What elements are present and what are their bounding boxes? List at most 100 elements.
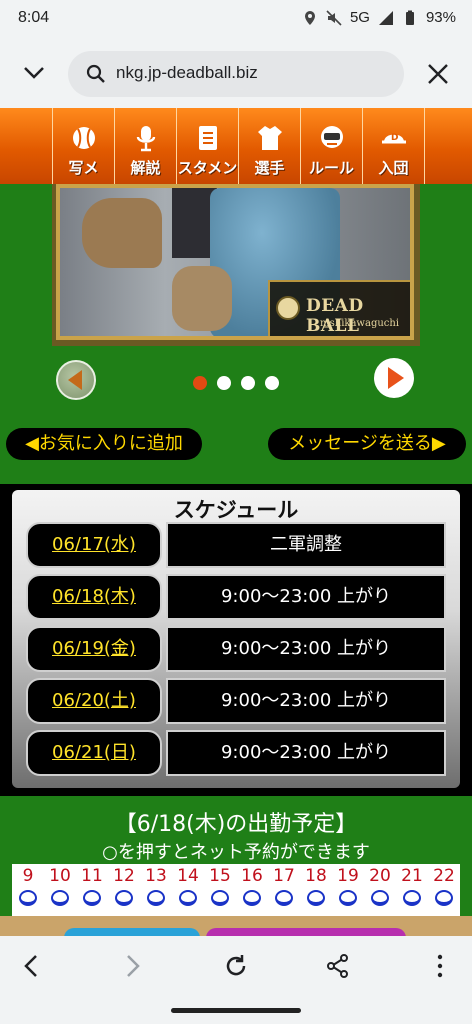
carousel-dot-active[interactable] — [193, 376, 207, 390]
hour-label: 14 — [177, 866, 199, 886]
hour-cell: 9 — [12, 864, 44, 916]
gesture-handle — [171, 1008, 301, 1013]
schedule-date-link[interactable]: 06/19(金) — [26, 626, 162, 672]
nav-item-players[interactable]: 選手 — [239, 108, 301, 184]
schedule-hours: 9:00〜23:00 上がり — [166, 574, 446, 620]
baseball-icon — [72, 127, 95, 149]
reserve-circle[interactable] — [19, 890, 37, 906]
reserve-circle[interactable] — [403, 890, 421, 906]
reserve-circle[interactable] — [83, 890, 101, 906]
svg-text:D: D — [391, 133, 398, 143]
document-icon — [198, 126, 217, 150]
cap-icon: D — [381, 133, 406, 144]
nav-item-join[interactable]: D 入団 — [363, 108, 425, 184]
schedule-title: スケジュール — [173, 498, 299, 522]
baseball-icon — [276, 296, 300, 320]
nav-item-commentary[interactable]: 解説 — [115, 108, 177, 184]
arrow-left-icon — [68, 370, 82, 390]
reload-icon[interactable] — [222, 952, 250, 980]
forward-icon[interactable] — [118, 952, 146, 980]
arrow-right-icon — [388, 367, 404, 389]
hour-cell: 14 — [172, 864, 204, 916]
share-icon[interactable] — [324, 952, 352, 980]
schedule-row: 06/21(日) 9:00〜23:00 上がり — [26, 730, 446, 776]
schedule-date-link[interactable]: 06/18(木) — [26, 574, 162, 620]
schedule-date-link[interactable]: 06/17(水) — [26, 522, 162, 568]
hour-cell: 13 — [140, 864, 172, 916]
microphone-icon — [136, 126, 155, 152]
hour-label: 15 — [209, 866, 231, 886]
schedule-row: 06/20(土) 9:00〜23:00 上がり — [26, 678, 446, 724]
url-text: nkg.jp-deadball.biz — [116, 63, 258, 82]
hour-label: 19 — [337, 866, 359, 886]
schedule-date-link[interactable]: 06/21(日) — [26, 730, 162, 776]
hour-label: 22 — [433, 866, 455, 886]
hour-cell: 10 — [44, 864, 76, 916]
carousel-dot[interactable] — [217, 376, 231, 390]
hour-label: 18 — [305, 866, 327, 886]
nav-label: ルール — [308, 159, 354, 177]
nav-label: スタメン — [177, 159, 238, 177]
browser-bottom-bar — [0, 936, 472, 1024]
nav-label: 写メ — [68, 159, 99, 177]
hour-cell: 22 — [428, 864, 460, 916]
send-message-button[interactable]: メッセージを送る▶ — [268, 428, 466, 460]
site-nav: 写メ 解説 スタメン 選手 ルール D 入団 — [0, 108, 472, 184]
hour-cell: 20 — [364, 864, 396, 916]
dead-ball-logo: DEAD BALL nishikawaguchi — [268, 280, 410, 336]
chevron-down-icon[interactable] — [20, 58, 48, 86]
mute-icon — [326, 9, 342, 26]
next-slide-button[interactable] — [374, 358, 414, 398]
cork-banner — [0, 916, 472, 948]
nav-item-photos[interactable]: 写メ — [53, 108, 115, 184]
hour-label: 16 — [241, 866, 263, 886]
prev-slide-button[interactable] — [56, 360, 96, 400]
search-icon — [86, 64, 105, 83]
reserve-circle[interactable] — [339, 890, 357, 906]
carousel-dot[interactable] — [241, 376, 255, 390]
hour-cell: 15 — [204, 864, 236, 916]
nav-item-lineup[interactable]: スタメン — [177, 108, 239, 184]
hero-image: DEAD BALL nishikawaguchi — [56, 184, 414, 340]
schedule-row: 06/19(金) 9:00〜23:00 上がり — [26, 626, 446, 672]
nav-item-rules[interactable]: ルール — [301, 108, 363, 184]
reserve-circle[interactable] — [115, 890, 133, 906]
reserve-circle[interactable] — [275, 890, 293, 906]
reserve-circle[interactable] — [435, 890, 453, 906]
add-favorite-button[interactable]: ◀お気に入りに追加 — [6, 428, 202, 460]
nav-label: 解説 — [130, 159, 161, 177]
browser-toolbar: nkg.jp-deadball.biz — [0, 40, 472, 108]
hour-label: 11 — [81, 866, 103, 886]
schedule-hours: 9:00〜23:00 上がり — [166, 730, 446, 776]
hour-cell: 16 — [236, 864, 268, 916]
reserve-circle[interactable] — [211, 890, 229, 906]
hour-label: 12 — [113, 866, 135, 886]
hero-slider[interactable]: DEAD BALL nishikawaguchi — [52, 184, 420, 346]
jersey-icon — [257, 126, 282, 150]
reserve-circle[interactable] — [243, 890, 261, 906]
reserve-circle[interactable] — [307, 890, 325, 906]
hour-label: 17 — [273, 866, 295, 886]
hour-cell: 12 — [108, 864, 140, 916]
more-menu-icon[interactable] — [426, 952, 454, 980]
url-field[interactable]: nkg.jp-deadball.biz — [68, 51, 404, 97]
hour-label: 9 — [22, 866, 34, 886]
reserve-circle[interactable] — [51, 890, 69, 906]
schedule-date-link[interactable]: 06/20(土) — [26, 678, 162, 724]
close-icon[interactable] — [426, 62, 450, 86]
hour-cell: 11 — [76, 864, 108, 916]
reserve-circle[interactable] — [147, 890, 165, 906]
hour-grid: 9 10 11 12 13 14 15 16 17 18 19 20 21 22 — [12, 864, 460, 916]
nav-spacer — [0, 108, 53, 184]
back-icon[interactable] — [18, 952, 46, 980]
attendance-title: 【6/18(木)の出勤予定】 — [114, 812, 358, 837]
attendance-subtitle: ○を押すとネット予約ができます — [102, 842, 370, 863]
reserve-circle[interactable] — [371, 890, 389, 906]
carousel-dot[interactable] — [265, 376, 279, 390]
nav-label: 入団 — [378, 159, 409, 177]
reserve-circle[interactable] — [179, 890, 197, 906]
hour-label: 21 — [401, 866, 423, 886]
hour-label: 10 — [49, 866, 71, 886]
signal-icon — [378, 10, 393, 25]
hour-cell: 21 — [396, 864, 428, 916]
